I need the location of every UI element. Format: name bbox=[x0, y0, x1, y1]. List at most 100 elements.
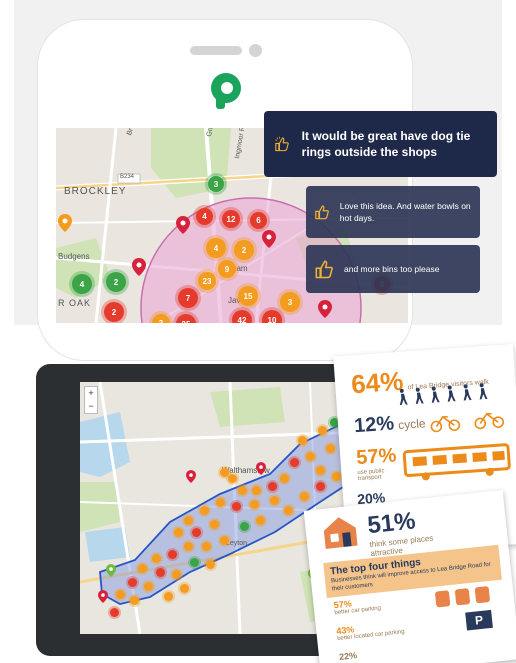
app-logo bbox=[211, 73, 241, 109]
comment-bubble-reply[interactable]: and more bins too please bbox=[306, 245, 480, 293]
stat-cycle-text: cycle bbox=[397, 416, 426, 433]
zoom-out-button[interactable]: − bbox=[85, 400, 97, 413]
map-pin[interactable] bbox=[262, 230, 276, 248]
map-cluster-marker[interactable] bbox=[184, 516, 193, 525]
map-cluster-marker[interactable]: 4 bbox=[196, 208, 213, 225]
map-cluster-marker[interactable] bbox=[184, 542, 193, 551]
map-pin[interactable] bbox=[58, 214, 72, 232]
map-pin[interactable] bbox=[98, 590, 108, 603]
map-cluster-marker[interactable] bbox=[138, 564, 147, 573]
parking-sign-icon: P bbox=[465, 609, 493, 631]
map-cluster-marker[interactable]: 23 bbox=[198, 272, 216, 290]
map-cluster-marker[interactable] bbox=[216, 498, 225, 507]
zoom-control[interactable]: + − bbox=[84, 386, 98, 414]
map-cluster-marker[interactable] bbox=[128, 578, 137, 587]
zoom-in-button[interactable]: + bbox=[85, 387, 97, 400]
map-label-r-oak: R OAK bbox=[58, 298, 92, 308]
map-cluster-marker[interactable] bbox=[316, 482, 325, 491]
map-cluster-marker[interactable]: 12 bbox=[222, 210, 240, 228]
map-cluster-marker[interactable] bbox=[270, 496, 279, 505]
map-cluster-marker[interactable]: 7 bbox=[178, 288, 198, 308]
map-cluster-marker[interactable]: 15 bbox=[238, 286, 258, 306]
map-cluster-marker[interactable] bbox=[256, 516, 265, 525]
map-cluster-marker[interactable] bbox=[332, 472, 341, 481]
map-cluster-marker[interactable] bbox=[238, 486, 247, 495]
map-cluster-marker[interactable] bbox=[152, 554, 161, 563]
page: BROCKLEY Budgens B234 Grinling Rd Ingmoo… bbox=[0, 0, 516, 663]
bus-icon bbox=[402, 443, 511, 481]
map-cluster-marker[interactable] bbox=[268, 482, 277, 491]
map-cluster-marker[interactable]: 2 bbox=[234, 240, 254, 260]
map-pin[interactable] bbox=[106, 564, 116, 577]
map-cluster-marker[interactable]: 42 bbox=[232, 310, 252, 323]
top-four-row3-value: 22% bbox=[338, 650, 358, 662]
stat-cycle-value: 12% bbox=[353, 412, 395, 438]
map-cluster-marker[interactable]: 10 bbox=[262, 310, 282, 323]
map-cluster-marker[interactable] bbox=[116, 590, 125, 599]
map-cluster-marker[interactable] bbox=[210, 520, 219, 529]
map-cluster-marker[interactable] bbox=[306, 452, 315, 461]
map-cluster-marker[interactable] bbox=[172, 570, 181, 579]
map-cluster-marker[interactable] bbox=[174, 528, 183, 537]
map-pin[interactable] bbox=[132, 258, 146, 276]
map-cluster-marker[interactable] bbox=[144, 582, 153, 591]
comment-reply-text: Love this idea. And water bowls on hot d… bbox=[339, 201, 471, 223]
map-cluster-marker[interactable]: 6 bbox=[250, 212, 267, 229]
map-cluster-marker[interactable] bbox=[298, 436, 307, 445]
map-cluster-marker[interactable]: 4 bbox=[72, 274, 92, 294]
map-cluster-marker[interactable]: 9 bbox=[218, 260, 236, 278]
map-cluster-marker[interactable] bbox=[190, 558, 199, 567]
map-cluster-marker[interactable] bbox=[232, 502, 241, 511]
map-cluster-marker[interactable] bbox=[280, 474, 289, 483]
map-cluster-marker[interactable] bbox=[200, 506, 209, 515]
map-cluster-marker[interactable]: 3 bbox=[280, 292, 300, 312]
comment-bubble-main[interactable]: It would be great have dog tie rings out… bbox=[264, 111, 497, 177]
map-cluster-marker[interactable] bbox=[240, 522, 249, 531]
map-cluster-marker[interactable] bbox=[220, 468, 229, 477]
map-cluster-marker[interactable] bbox=[192, 528, 201, 537]
map-cluster-marker[interactable] bbox=[252, 486, 261, 495]
map-pin[interactable] bbox=[186, 470, 196, 483]
comment-reply-text: and more bins too please bbox=[344, 264, 440, 274]
map-label-leyton: Leyton bbox=[226, 540, 248, 547]
map-cluster-marker[interactable] bbox=[316, 466, 325, 475]
map-cluster-marker[interactable]: 3 bbox=[208, 176, 224, 192]
map-cluster-marker[interactable] bbox=[326, 444, 335, 453]
map-cluster-marker[interactable]: 4 bbox=[206, 238, 226, 258]
map-cluster-marker[interactable] bbox=[300, 492, 309, 501]
map-cluster-marker[interactable] bbox=[290, 458, 299, 467]
comment-main-text: It would be great have dog tie rings out… bbox=[301, 129, 471, 159]
map-cluster-marker[interactable] bbox=[164, 592, 173, 601]
map-cluster-marker[interactable] bbox=[228, 474, 237, 483]
map-cluster-marker[interactable] bbox=[250, 500, 259, 509]
map-cluster-marker[interactable] bbox=[318, 426, 327, 435]
map-label-b234: B234 bbox=[120, 174, 135, 180]
map-cluster-marker[interactable]: 2 bbox=[106, 272, 126, 292]
map-label-brockley: BROCKLEY bbox=[64, 186, 127, 197]
stat-public-transport-text: use public transport bbox=[357, 468, 385, 483]
map-cluster-marker[interactable] bbox=[110, 608, 119, 617]
map-cluster-marker[interactable] bbox=[130, 596, 139, 605]
shop-icon bbox=[323, 517, 358, 549]
map-cluster-marker[interactable] bbox=[206, 560, 215, 569]
thumbs-up-icon bbox=[315, 205, 329, 220]
parked-cars-icon bbox=[435, 586, 490, 608]
map-cluster-marker[interactable]: 2 bbox=[104, 302, 124, 322]
map-label-budgens: Budgens bbox=[58, 252, 90, 261]
map-pin[interactable] bbox=[318, 300, 332, 318]
thumbs-up-icon bbox=[275, 136, 289, 152]
map-cluster-marker[interactable] bbox=[220, 536, 229, 545]
map-cluster-marker[interactable] bbox=[168, 550, 177, 559]
map-pin[interactable] bbox=[256, 462, 266, 475]
thumbs-up-icon bbox=[315, 260, 333, 279]
map-cluster-marker[interactable] bbox=[202, 542, 211, 551]
map-cluster-marker[interactable] bbox=[156, 568, 165, 577]
phone-speaker bbox=[190, 46, 242, 55]
comment-bubble-reply[interactable]: Love this idea. And water bowls on hot d… bbox=[306, 186, 480, 238]
map-cluster-marker[interactable] bbox=[180, 584, 189, 593]
map-cluster-marker[interactable] bbox=[284, 506, 293, 515]
infographic-sheet-businesses: 51% think some places attractive The top… bbox=[303, 490, 516, 663]
stat-attractive-value: 51% bbox=[366, 507, 417, 540]
map-pin[interactable] bbox=[176, 216, 190, 234]
bicycle-icon bbox=[430, 412, 505, 433]
